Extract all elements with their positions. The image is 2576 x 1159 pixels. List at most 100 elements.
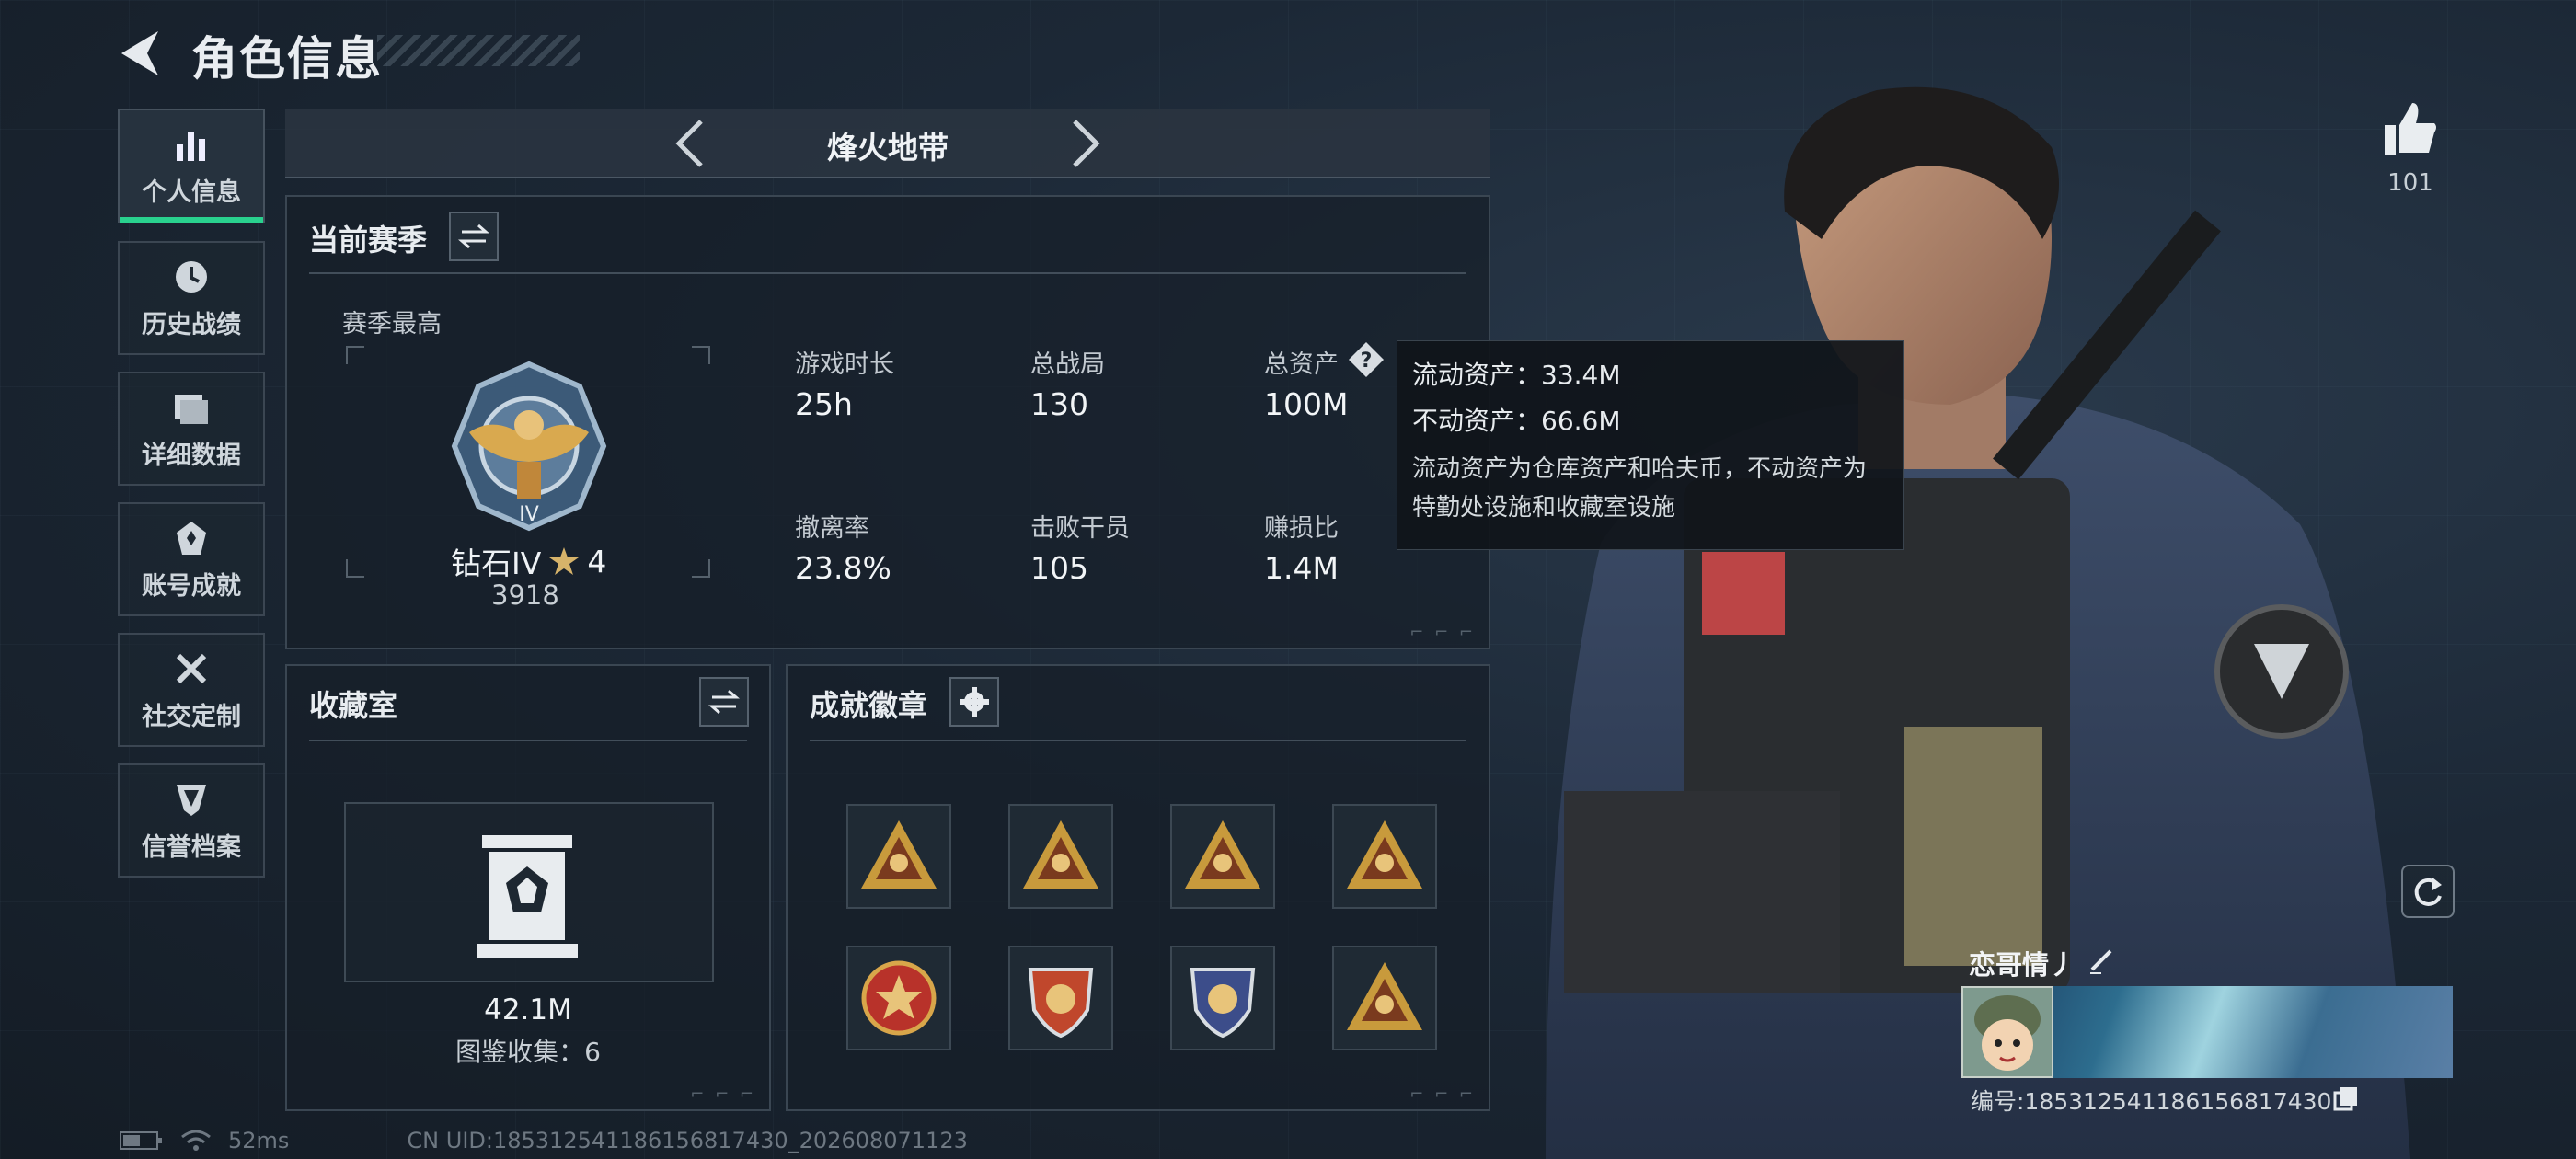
- panel-corner-decoration: ⌐ ⌐ ⌐: [690, 1084, 756, 1104]
- sidebar-item-label: 历史战绩: [142, 310, 241, 339]
- badges-settings-button[interactable]: [949, 677, 999, 727]
- avatar[interactable]: [1961, 986, 2053, 1078]
- season-title: 当前赛季: [309, 223, 428, 258]
- season-best-label: 赛季最高: [342, 310, 442, 339]
- divider: [309, 740, 747, 741]
- player-id: 编号:1853125411861568174​30: [1971, 1088, 2332, 1115]
- back-arrow-icon[interactable]: [114, 26, 169, 81]
- svg-text:?: ?: [1361, 350, 1373, 373]
- triangle-badge-icon: [1347, 820, 1422, 889]
- divider: [810, 740, 1466, 741]
- title-decoration: [377, 35, 580, 66]
- rank-stars: 4: [587, 543, 607, 580]
- ping-value: 52ms: [228, 1128, 290, 1153]
- display-case-icon: [477, 835, 578, 958]
- rotate-view-button[interactable]: [2401, 865, 2455, 918]
- chevron-right-icon[interactable]: [1065, 116, 1108, 171]
- sidebar-item-detailed-data[interactable]: 详细数据: [118, 372, 265, 486]
- thumbs-up-icon[interactable]: [2381, 99, 2440, 158]
- like-count: 101: [2387, 169, 2433, 197]
- stat-label: 游戏时长: [795, 350, 894, 379]
- badge-slot[interactable]: [1170, 946, 1275, 1050]
- badge-slot[interactable]: [846, 804, 951, 909]
- star-icon: [549, 547, 580, 575]
- uid-label: CN UID:18531254118615681743​0_2026080711…: [407, 1128, 968, 1153]
- rank-score: 3918: [491, 580, 559, 611]
- edit-icon[interactable]: [2087, 946, 2116, 975]
- wifi-icon: [181, 1130, 211, 1151]
- svg-text:IV: IV: [519, 503, 539, 526]
- collection-title: 收藏室: [309, 688, 398, 723]
- collection-panel: 收藏室 42.1M 图鉴收集：6 ⌐ ⌐ ⌐: [285, 664, 771, 1111]
- help-icon[interactable]: ?: [1347, 340, 1386, 379]
- refresh-icon: [2414, 878, 2442, 906]
- shield-icon: [177, 784, 206, 816]
- stat-label: 撤离率: [795, 514, 869, 543]
- bar-chart-icon: [177, 131, 205, 161]
- badges-panel: 成就徽章 ⌐ ⌐ ⌐: [786, 664, 1490, 1111]
- stat-label: 赚损比: [1264, 514, 1339, 543]
- collection-value: 42.1M: [484, 993, 572, 1027]
- tooltip-fixed-assets: 不动资产：66.6M: [1412, 406, 1621, 436]
- mode-selector: 烽火地带: [285, 109, 1490, 178]
- stat-value: 130: [1030, 386, 1088, 422]
- rank-emblem-icon: IV: [451, 361, 607, 532]
- sidebar-item-social[interactable]: 社交定制: [118, 633, 265, 747]
- rank-label: 钻石IV 4: [451, 539, 606, 583]
- page-title: 角色信息: [191, 32, 383, 86]
- sidebar-item-label: 社交定制: [142, 702, 241, 731]
- collection-switch-button[interactable]: [699, 677, 749, 727]
- season-switch-button[interactable]: [449, 212, 499, 261]
- round-badge-icon: [861, 960, 937, 1036]
- collection-count: 图鉴收集：6: [455, 1037, 601, 1067]
- tooltip-liquid-assets: 流动资产：33.4M: [1412, 360, 1621, 390]
- panel-corner-decoration: ⌐ ⌐ ⌐: [1409, 623, 1476, 642]
- triangle-badge-icon: [1023, 820, 1098, 889]
- sidebar-item-reputation[interactable]: 信誉档案: [118, 763, 265, 878]
- stat-value: 105: [1030, 550, 1088, 586]
- gear-icon: [960, 687, 989, 717]
- avatar-image-icon: [1963, 988, 2052, 1076]
- sidebar-item-label: 账号成就: [142, 571, 241, 601]
- asset-tooltip: 流动资产：33.4M 不动资产：66.6M 流动资产为仓库资产和哈夫币，不动资产…: [1397, 340, 1904, 550]
- sidebar-item-history[interactable]: 历史战绩: [118, 241, 265, 355]
- sidebar-item-personal-info[interactable]: 个人信息: [118, 109, 265, 223]
- panel-corner-decoration: ⌐ ⌐ ⌐: [1409, 1084, 1476, 1104]
- badge-slot[interactable]: [1332, 804, 1437, 909]
- rank-name: 钻石IV: [451, 545, 542, 581]
- sidebar-item-achievements[interactable]: 账号成就: [118, 502, 265, 616]
- badge-slot[interactable]: [846, 946, 951, 1050]
- badge-slot[interactable]: [1170, 804, 1275, 909]
- stat-value: 23.8%: [795, 550, 891, 586]
- stat-value: 1.4M: [1264, 550, 1339, 586]
- badge-slot[interactable]: [1332, 946, 1437, 1050]
- badge-slot[interactable]: [1008, 946, 1113, 1050]
- stat-value: 25h: [795, 386, 853, 422]
- sidebar-item-label: 详细数据: [142, 441, 241, 470]
- swap-icon: [708, 689, 740, 715]
- sidebar-item-label: 个人信息: [142, 178, 241, 207]
- clock-icon: [176, 260, 207, 293]
- badges-title: 成就徽章: [810, 688, 928, 723]
- tooltip-description: 流动资产为仓库资产和哈夫币，不动资产为特勤处设施和收藏室设施: [1412, 455, 1868, 522]
- achievement-icon: [177, 521, 206, 555]
- triangle-badge-icon: [1347, 962, 1422, 1030]
- season-panel: 当前赛季 赛季最高 IV 钻石IV 4 3918 游戏时长 25h 总战局 13…: [285, 195, 1490, 649]
- divider: [309, 272, 1466, 274]
- triangle-badge-icon: [861, 820, 937, 889]
- player-nickname: 恋哥情丿: [1969, 949, 2076, 981]
- shield-badge-icon: [1190, 968, 1256, 1039]
- stat-label: 总资产: [1264, 350, 1339, 379]
- triangle-badge-icon: [1185, 820, 1260, 889]
- stat-value: 100M: [1264, 386, 1349, 422]
- battery-icon: [120, 1131, 162, 1150]
- status-bar: 52ms CN UID:18531254118615681743​0_20260…: [120, 1128, 968, 1153]
- stat-label: 击败干员: [1030, 514, 1130, 543]
- sidebar-item-label: 信誉档案: [142, 832, 241, 862]
- stat-label: 总战局: [1030, 350, 1105, 379]
- copy-icon[interactable]: [2333, 1085, 2359, 1111]
- badge-slot[interactable]: [1008, 804, 1113, 909]
- swap-icon: [458, 224, 489, 249]
- shield-badge-icon: [1028, 968, 1094, 1039]
- folder-icon: [175, 394, 208, 424]
